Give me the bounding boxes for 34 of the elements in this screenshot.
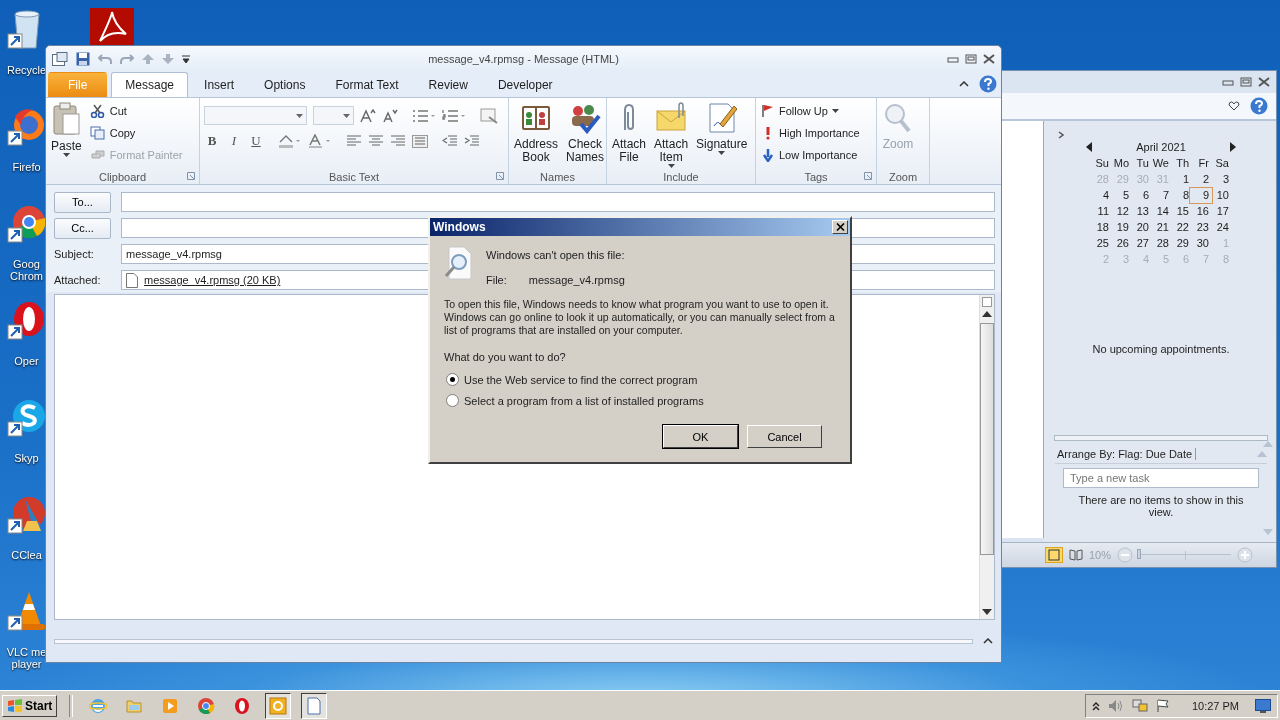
- zoom-level: 10%: [1089, 549, 1112, 561]
- dialog-question: What do you want to do?: [444, 351, 567, 363]
- icon-label: Firefo: [12, 161, 41, 173]
- empty-message: No upcoming appointments.: [1092, 343, 1230, 355]
- dialog-title: Windows: [433, 220, 486, 234]
- weekday-label: Mo: [1112, 157, 1130, 170]
- weekday-label: Th: [1175, 157, 1190, 170]
- icon-label: Chrom: [10, 270, 43, 282]
- icon-label: Skyp: [14, 452, 39, 464]
- group-label: Include: [663, 170, 699, 183]
- weekday-label: Su: [1094, 157, 1110, 170]
- dialog-message: To open this file, Windows needs to know what program you want to use to open it. Windows can go online to look it up automatically, or you can manually select from a list of programs that are installed on your computer.: [444, 298, 836, 337]
- icon-label: Recycle: [6, 64, 47, 76]
- group-label: Clipboard: [98, 170, 147, 183]
- attached-label: Attached:: [54, 274, 102, 286]
- group-label: Zoom: [888, 170, 918, 183]
- dialog-heading: Windows can't open this file:: [486, 249, 625, 261]
- window-title: message_v4.rpmsg - Message (HTML): [428, 52, 619, 65]
- icon-label: Oper: [14, 355, 39, 367]
- month-title: April 2021: [1136, 141, 1186, 153]
- weekday-label: Tu: [1135, 157, 1150, 170]
- file-name: message_v4.rpmsg: [528, 274, 625, 286]
- group-label: Tags: [804, 170, 828, 183]
- icon-label: CClea: [11, 549, 42, 561]
- icon-label: Goog: [13, 258, 40, 270]
- weekday-label: Fr: [1197, 157, 1210, 170]
- weekday-label: We: [1151, 157, 1170, 170]
- file-label: File:: [486, 274, 507, 286]
- group-label: Names: [540, 170, 575, 183]
- icon-label: player: [11, 658, 42, 670]
- empty-message: There are no items to show in this view.: [1077, 494, 1245, 518]
- weekday-label: Sa: [1214, 157, 1230, 170]
- subject-label: Subject:: [54, 248, 95, 260]
- group-label: Basic Text: [329, 170, 379, 183]
